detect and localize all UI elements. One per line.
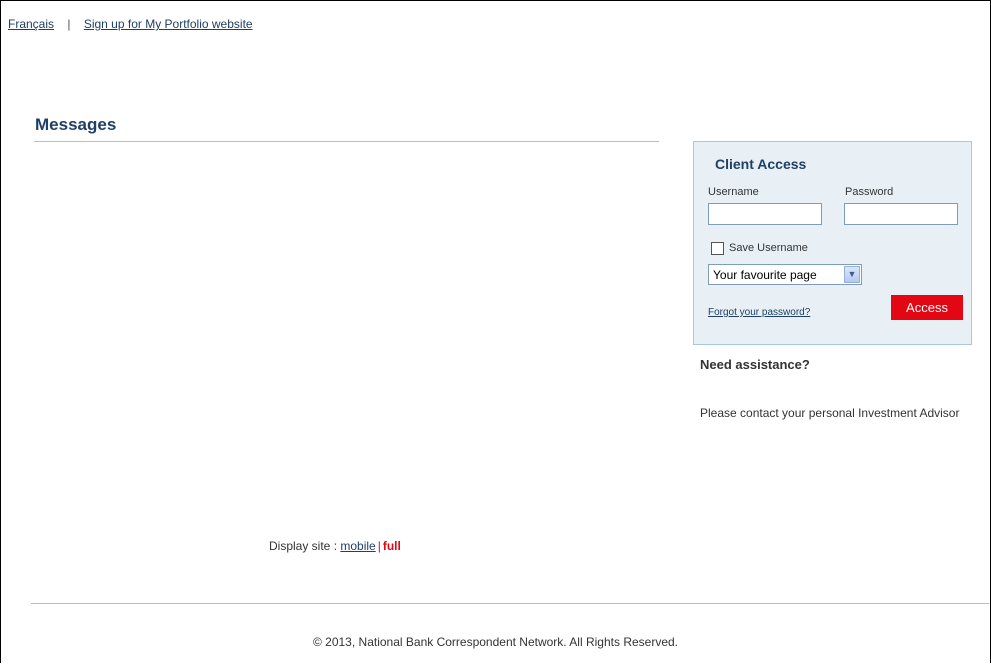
footer-divider (31, 603, 989, 604)
signup-link[interactable]: Sign up for My Portfolio website (84, 17, 253, 31)
messages-heading: Messages (35, 115, 117, 134)
copyright-text: © 2013, National Bank Correspondent Netw… (312, 635, 679, 649)
save-username-checkbox[interactable] (711, 241, 724, 255)
display-site-switch: Display site : mobile | full (269, 539, 401, 553)
username-input[interactable] (708, 203, 822, 225)
top-links: Français | Sign up for My Portfolio webs… (8, 17, 253, 31)
display-site-prefix: Display site : (269, 539, 338, 553)
client-access-title: Client Access (715, 156, 807, 172)
need-assistance-text: Please contact your personal Investment … (700, 406, 960, 420)
client-access-panel: Client Access Username Password Save Use… (693, 141, 972, 345)
save-username-label: Save Username (729, 242, 808, 254)
favourite-page-select[interactable]: Your favourite page ▼ (708, 264, 862, 285)
display-site-separator: | (377, 539, 381, 553)
access-button[interactable]: Access (891, 295, 963, 320)
password-label: Password (845, 186, 894, 198)
save-username-row: Save Username (711, 240, 808, 256)
language-link[interactable]: Français (8, 17, 54, 31)
forgot-password-link[interactable]: Forgot your password? (708, 307, 810, 318)
chevron-down-icon: ▼ (847, 269, 857, 279)
display-full-link[interactable]: full (383, 539, 401, 553)
favourite-page-select-value: Your favourite page (713, 268, 817, 282)
select-dropdown-button[interactable]: ▼ (844, 266, 860, 283)
password-input[interactable] (844, 203, 958, 225)
top-links-separator: | (67, 17, 71, 31)
username-label: Username (708, 186, 759, 198)
display-mobile-link[interactable]: mobile (340, 539, 375, 553)
need-assistance-heading: Need assistance? (700, 357, 810, 372)
messages-divider (34, 141, 659, 142)
